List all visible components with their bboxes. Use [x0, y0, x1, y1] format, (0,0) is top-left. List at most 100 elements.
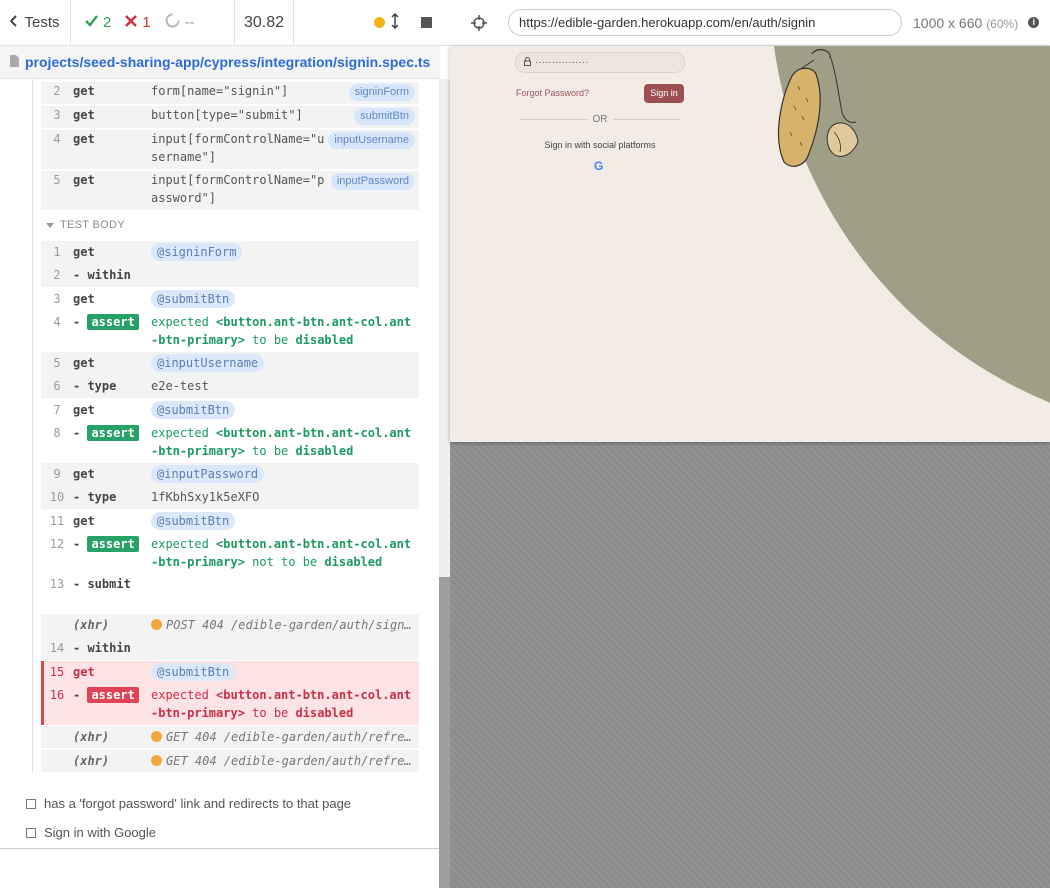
command-number: 10: [49, 490, 65, 504]
command-group[interactable]: 9 get @inputPassword 10 - type 1fKbhSxy1k5eX…: [41, 463, 419, 509]
command-number: 13: [49, 577, 65, 591]
command-number: 6: [53, 379, 61, 393]
or-text: OR: [592, 114, 608, 125]
command-row[interactable]: 4 get input[formControlName="username"] …: [41, 130, 419, 169]
command-number: 9: [53, 467, 61, 481]
pending-test-forgot-password[interactable]: has a 'forgot password' link and redirec…: [26, 796, 351, 811]
command-number: 3: [53, 108, 61, 122]
command-group[interactable]: 5 get @inputUsername 6 - type e2e-test: [41, 352, 419, 398]
command-number: 4: [53, 315, 61, 329]
test-body-header[interactable]: TEST BODY: [46, 219, 125, 231]
forgot-password-link[interactable]: Forgot Password?: [516, 88, 589, 98]
assert-verb: to be: [252, 444, 289, 458]
command-group[interactable]: 3 get @submitBtn 4- assert expected <button…: [41, 288, 419, 351]
test-title: Sign in with Google: [44, 825, 157, 840]
alias-pill: @submitBtn: [151, 290, 236, 308]
cucumber-illustration: [777, 49, 859, 167]
spec-bar: projects/seed-sharing-app/cypress/integr…: [0, 46, 440, 79]
command-name: get: [73, 292, 95, 306]
command-message: input[formControlName="password"]: [151, 173, 325, 205]
alias-pill: @inputPassword: [151, 465, 265, 483]
assert-expected: expected: [151, 426, 209, 440]
alias-pill: @submitBtn: [151, 663, 236, 681]
pending-stat: --: [165, 13, 195, 32]
pending-count: --: [184, 14, 195, 31]
command-number: 12: [49, 537, 65, 551]
assert-state: disabled: [324, 555, 383, 569]
command-group[interactable]: (xhr) POST 404 /edible-garden/auth/signin…: [41, 614, 419, 660]
command-name: get: [73, 108, 95, 122]
alias-tag: inputUsername: [328, 132, 415, 149]
reporter-header: Tests 2 1 -- 30.82: [0, 0, 450, 46]
tests-button[interactable]: Tests: [0, 0, 71, 45]
info-icon[interactable]: i: [1028, 17, 1040, 28]
cypress-runner: Tests 2 1 -- 30.82 projects/seed-sharing…: [0, 0, 1050, 888]
xhr-pending-icon: [151, 731, 162, 742]
xhr-row[interactable]: (xhr) GET 404 /edible-garden/auth/refresh: [41, 750, 419, 772]
assert-expected: expected: [151, 537, 209, 551]
alias-tag: signinForm: [348, 84, 415, 101]
xhr-label: (xhr): [73, 618, 110, 632]
failed-count: 1: [142, 14, 151, 31]
assert-expected: expected: [151, 315, 209, 329]
failed-command-group[interactable]: 15 get @submitBtn 16- assert expected <butt…: [41, 661, 419, 725]
aut-header: https://edible-garden.herokuapp.com/en/a…: [450, 0, 1050, 46]
command-name: get: [73, 132, 95, 146]
xhr-message: GET 404 /edible-garden/auth/refresh: [166, 754, 413, 768]
command-number: 11: [49, 514, 65, 528]
failed-stat: 1: [125, 14, 151, 31]
xhr-message: POST 404 /edible-garden/auth/signin: [166, 618, 413, 632]
check-icon: [85, 14, 98, 31]
url-field[interactable]: https://edible-garden.herokuapp.com/en/a…: [508, 9, 902, 36]
command-number: 15: [49, 665, 65, 679]
stats: 2 1 --: [71, 0, 235, 45]
assert-badge: assert: [87, 425, 139, 441]
scrollbar[interactable]: [439, 79, 450, 888]
command-number: 14: [49, 641, 65, 655]
xhr-pending-icon: [151, 755, 162, 766]
checkbox-icon: [26, 798, 36, 809]
signin-button[interactable]: Sign in: [644, 84, 684, 103]
password-mask: ················: [535, 57, 589, 68]
command-number: 3: [53, 292, 61, 306]
password-input[interactable]: ················: [515, 52, 685, 73]
pending-test-google[interactable]: Sign in with Google: [26, 825, 156, 840]
assert-state: disabled: [295, 333, 354, 347]
alias-tag: inputPassword: [330, 173, 415, 190]
passed-count: 2: [103, 14, 112, 31]
lock-icon: [524, 56, 531, 69]
collapse-triangle-icon: [46, 222, 54, 228]
command-number: 16: [49, 688, 65, 702]
command-group[interactable]: 7 get @submitBtn 8- assert expected <button…: [41, 399, 419, 462]
command-row[interactable]: 2 get form[name="signin"] signinForm: [41, 82, 419, 104]
command-row[interactable]: 3 get button[type="submit"] submitBtn: [41, 106, 419, 128]
assert-verb: to be: [252, 333, 289, 347]
command-name: get: [73, 245, 95, 259]
command-group[interactable]: 11 get @submitBtn 12- assert expected <butt…: [41, 510, 419, 613]
command-name: - type: [73, 490, 117, 504]
spec-path-link[interactable]: projects/seed-sharing-app/cypress/integr…: [25, 54, 430, 70]
auto-scroll-toggle[interactable]: [374, 12, 399, 33]
crosshair-icon[interactable]: [450, 14, 508, 31]
file-icon: [10, 54, 19, 70]
command-number: 1: [53, 245, 61, 259]
assert-badge: assert: [87, 314, 139, 330]
dot-yellow-icon: [374, 17, 385, 28]
stop-icon[interactable]: [421, 17, 432, 28]
assert-badge-failed: assert: [87, 687, 139, 703]
command-number: 4: [53, 132, 61, 146]
viewport-scale: (60%): [986, 16, 1019, 31]
or-divider: OR: [520, 114, 680, 125]
xhr-label: (xhr): [73, 754, 110, 768]
command-group[interactable]: 1 get @signinForm 2 - within: [41, 241, 419, 287]
command-row[interactable]: 5 get input[formControlName="password"] …: [41, 171, 419, 210]
command-message: 1fKbhSxy1k5eXFO: [151, 490, 260, 504]
assert-verb: not to be: [252, 555, 318, 569]
checkbox-icon: [26, 827, 36, 838]
assert-verb: to be: [252, 706, 289, 720]
google-icon[interactable]: G: [594, 159, 603, 173]
command-name: get: [73, 665, 95, 679]
command-name: get: [73, 173, 95, 187]
scroll-thumb[interactable]: [439, 577, 450, 888]
xhr-row[interactable]: (xhr) GET 404 /edible-garden/auth/refresh: [41, 726, 419, 748]
